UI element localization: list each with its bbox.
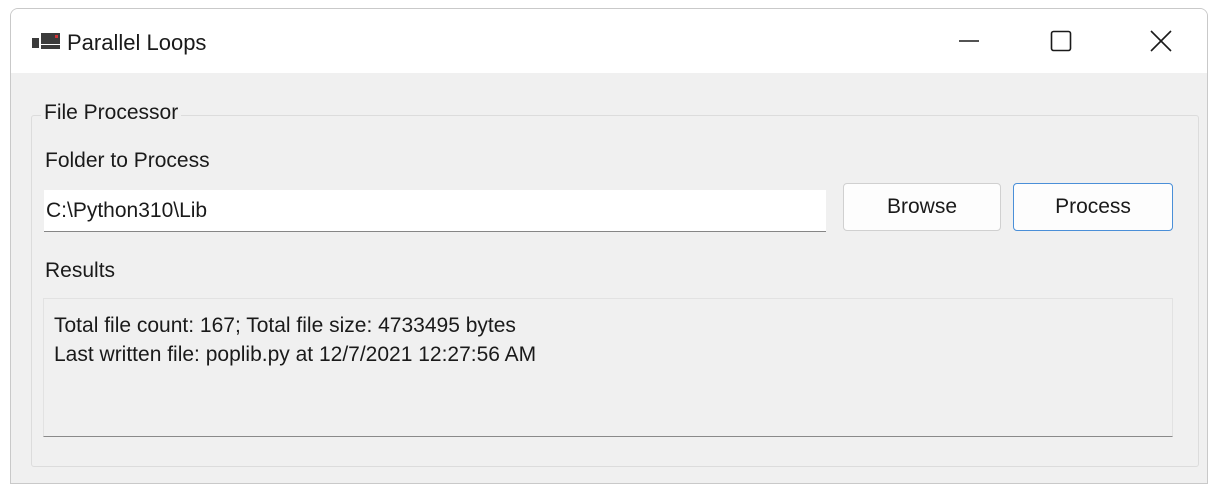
minimize-icon [959,40,979,42]
minimize-button[interactable] [923,9,1015,73]
main-window: Parallel Loops File Processor Folder to … [10,8,1208,484]
maximize-button[interactable] [1015,9,1107,73]
close-icon [1150,30,1172,52]
groupbox-title: File Processor [41,99,182,127]
results-textbox[interactable]: Total file count: 167; Total file size: … [43,298,1173,437]
folder-label: Folder to Process [45,149,210,172]
results-line-last-file: Last written file: poplib.py at 12/7/202… [54,343,537,366]
process-button[interactable]: Process [1013,183,1173,231]
browse-button[interactable]: Browse [843,183,1001,231]
close-button[interactable] [1115,9,1207,73]
results-label: Results [45,259,116,282]
window-title: Parallel Loops [67,30,207,55]
app-window-icon [32,33,60,49]
results-line-count: Total file count: 167; Total file size: … [54,314,516,337]
title-bar[interactable]: Parallel Loops [11,9,1207,73]
maximize-icon [1050,30,1072,52]
folder-path-input[interactable] [44,190,826,232]
